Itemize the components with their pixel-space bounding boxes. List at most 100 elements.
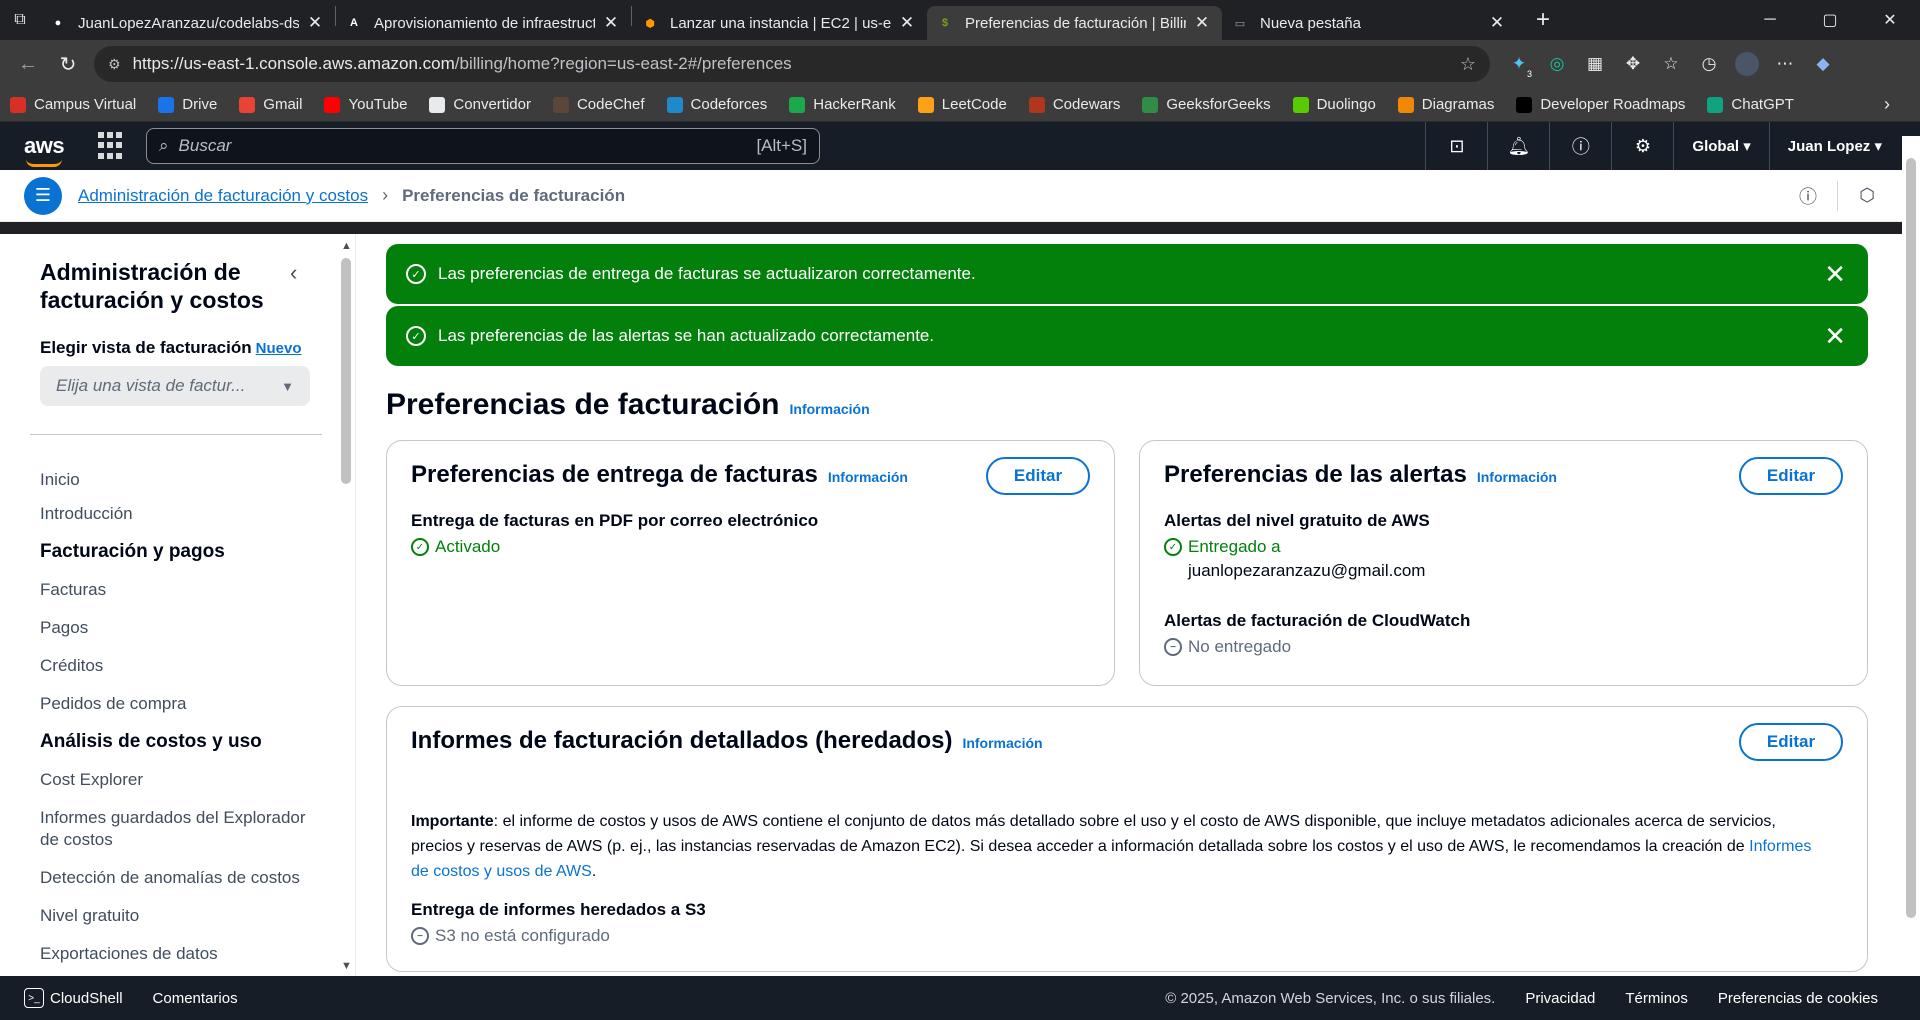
- sidebar-nav-link[interactable]: Facturas: [40, 579, 310, 601]
- browser-tab[interactable]: ⬢ Lanzar una instancia | EC2 | us-east ✕: [632, 6, 927, 40]
- check-circle-icon: ✓: [406, 326, 426, 346]
- url-field[interactable]: ⚙ https://us-east-1.console.aws.amazon.c…: [94, 46, 1490, 82]
- info-link[interactable]: Información: [828, 469, 908, 485]
- favorites-icon[interactable]: ☆: [1652, 45, 1690, 83]
- close-tab-icon[interactable]: ✕: [305, 13, 325, 33]
- bookmark-item[interactable]: GeeksforGeeks: [1142, 96, 1271, 113]
- sidebar-nav-link[interactable]: Nivel gratuito: [40, 905, 310, 927]
- browser-tab[interactable]: ▭ Nueva pestaña ✕: [1222, 6, 1517, 40]
- services-grid-icon[interactable]: [98, 132, 126, 160]
- address-bar: ← ↻ ⚙ https://us-east-1.console.aws.amaz…: [0, 40, 1920, 88]
- new-tab-button[interactable]: +: [1525, 2, 1561, 38]
- bookmark-star-icon[interactable]: ☆: [1460, 54, 1476, 75]
- workspaces-icon[interactable]: ⧉: [0, 0, 40, 40]
- breadcrumb-parent-link[interactable]: Administración de facturación y costos: [78, 186, 368, 206]
- cloudshell-button[interactable]: >_ CloudShell: [24, 988, 123, 1008]
- browser-tab[interactable]: $ Preferencias de facturación | Billing ✕: [927, 6, 1222, 40]
- bookmark-item[interactable]: YouTube: [324, 96, 407, 113]
- shield-icon[interactable]: ⬡: [1838, 185, 1896, 206]
- billing-view-select[interactable]: Elija una vista de factur... ▼: [40, 366, 310, 406]
- maximize-icon[interactable]: ▢: [1800, 0, 1860, 40]
- minimize-icon[interactable]: ─: [1740, 0, 1800, 40]
- new-badge-link[interactable]: Nuevo: [256, 340, 302, 357]
- edit-button[interactable]: Editar: [1739, 723, 1843, 761]
- info-link[interactable]: Información: [1477, 469, 1557, 485]
- edit-button[interactable]: Editar: [986, 457, 1090, 495]
- main-area: Administración de facturación y costos ‹…: [0, 234, 1920, 976]
- bookmark-item[interactable]: ChatGPT: [1707, 96, 1794, 113]
- qr-icon[interactable]: ▦: [1576, 45, 1614, 83]
- billing-view-label: Elegir vista de facturación Nuevo: [40, 338, 302, 357]
- bookmark-item[interactable]: Developer Roadmaps: [1516, 96, 1685, 113]
- profile-avatar[interactable]: [1728, 45, 1766, 83]
- bookmark-item[interactable]: Gmail: [239, 96, 302, 113]
- bookmark-item[interactable]: HackerRank: [789, 96, 896, 113]
- close-tab-icon[interactable]: ✕: [897, 13, 917, 33]
- edit-button[interactable]: Editar: [1739, 457, 1843, 495]
- bookmark-item[interactable]: Convertidor: [429, 96, 531, 113]
- close-tab-icon[interactable]: ✕: [601, 13, 621, 33]
- cookie-preferences-link[interactable]: Preferencias de cookies: [1718, 990, 1878, 1007]
- notifications-bell-icon[interactable]: 🔔︎: [1487, 122, 1549, 170]
- bookmark-item[interactable]: Drive: [158, 96, 217, 113]
- bookmark-favicon-icon: [158, 96, 175, 113]
- terms-link[interactable]: Términos: [1625, 990, 1688, 1007]
- settings-gear-icon[interactable]: ⚙: [1611, 122, 1673, 170]
- sidebar-nav-link[interactable]: Introducción: [40, 503, 310, 525]
- info-circle-icon[interactable]: ⓘ: [1779, 183, 1837, 209]
- feedback-link[interactable]: Comentarios: [153, 990, 238, 1007]
- close-icon[interactable]: ✕: [1824, 321, 1846, 352]
- card-title: Preferencias de entrega de facturas: [411, 461, 818, 488]
- sidebar-nav-link[interactable]: Inicio: [40, 469, 310, 491]
- bookmark-item[interactable]: Codeforces: [666, 96, 767, 113]
- account-dropdown[interactable]: Juan Lopez ▾: [1768, 122, 1900, 170]
- bookmark-item[interactable]: LeetCode: [917, 96, 1007, 113]
- extension-icon[interactable]: ✦ 3: [1500, 45, 1538, 83]
- info-link[interactable]: Información: [790, 401, 870, 417]
- page-scrollbar[interactable]: [1902, 136, 1920, 1020]
- cloudshell-icon[interactable]: ⊡: [1425, 122, 1487, 170]
- sidebar-nav-link[interactable]: Créditos: [40, 655, 310, 677]
- tab-title: Preferencias de facturación | Billing: [965, 14, 1186, 32]
- aws-search-input[interactable]: ⌕ Buscar [Alt+S]: [146, 128, 820, 164]
- bookmark-item[interactable]: Diagramas: [1397, 96, 1494, 113]
- info-link[interactable]: Información: [962, 735, 1042, 751]
- sidebar-section-heading: Análisis de costos y uso: [40, 731, 262, 752]
- help-icon[interactable]: ⓘ: [1549, 122, 1611, 170]
- bookmark-item[interactable]: Campus Virtual: [10, 96, 136, 113]
- search-shortcut: [Alt+S]: [756, 136, 807, 155]
- bookmark-item[interactable]: Codewars: [1028, 96, 1120, 113]
- bookmark-favicon-icon: [1516, 96, 1533, 113]
- more-menu-icon[interactable]: ⋯: [1766, 45, 1804, 83]
- sidebar-scrollbar[interactable]: ▲ ▼: [338, 234, 354, 976]
- tab-title: JuanLopezAranzazu/codelabs-ds2: [78, 14, 299, 32]
- sidebar-nav-link[interactable]: Exportaciones de datos: [40, 943, 310, 965]
- reload-icon[interactable]: ↻: [48, 44, 88, 84]
- collapse-sidebar-icon[interactable]: ‹: [290, 260, 297, 286]
- close-tab-icon[interactable]: ✕: [1487, 13, 1507, 33]
- site-info-icon[interactable]: ⚙: [108, 56, 121, 73]
- sidebar-nav-link[interactable]: Pedidos de compra: [40, 693, 310, 715]
- history-icon[interactable]: ◷: [1690, 45, 1728, 83]
- close-tab-icon[interactable]: ✕: [1192, 13, 1212, 33]
- page-title: Preferencias de facturación Información: [386, 388, 870, 421]
- bookmark-item[interactable]: CodeChef: [552, 96, 645, 113]
- chevron-right-icon[interactable]: ›: [1884, 94, 1890, 115]
- extensions-puzzle-icon[interactable]: ✥: [1614, 45, 1652, 83]
- region-dropdown[interactable]: Global ▾: [1673, 122, 1768, 170]
- bookmark-item[interactable]: Duolingo: [1292, 96, 1376, 113]
- browser-tab[interactable]: A Aprovisionamiento de infraestructura ✕: [336, 6, 631, 40]
- sidebar-nav-link[interactable]: Detección de anomalías de costos: [40, 867, 310, 889]
- hamburger-menu-icon[interactable]: ☰: [24, 176, 62, 215]
- close-window-icon[interactable]: ✕: [1860, 0, 1920, 40]
- browser-tab[interactable]: ● JuanLopezAranzazu/codelabs-ds2 ✕: [40, 6, 335, 40]
- back-icon[interactable]: ←: [8, 44, 48, 84]
- aws-logo[interactable]: aws: [24, 133, 74, 167]
- copilot-icon[interactable]: ◆: [1804, 45, 1842, 83]
- close-icon[interactable]: ✕: [1824, 259, 1846, 290]
- grammarly-icon[interactable]: ◎: [1538, 45, 1576, 83]
- sidebar-nav-link[interactable]: Cost Explorer: [40, 769, 310, 791]
- sidebar-nav-link[interactable]: Informes guardados del Explorador de cos…: [40, 807, 310, 851]
- sidebar-nav-link[interactable]: Pagos: [40, 617, 310, 639]
- privacy-link[interactable]: Privacidad: [1525, 990, 1595, 1007]
